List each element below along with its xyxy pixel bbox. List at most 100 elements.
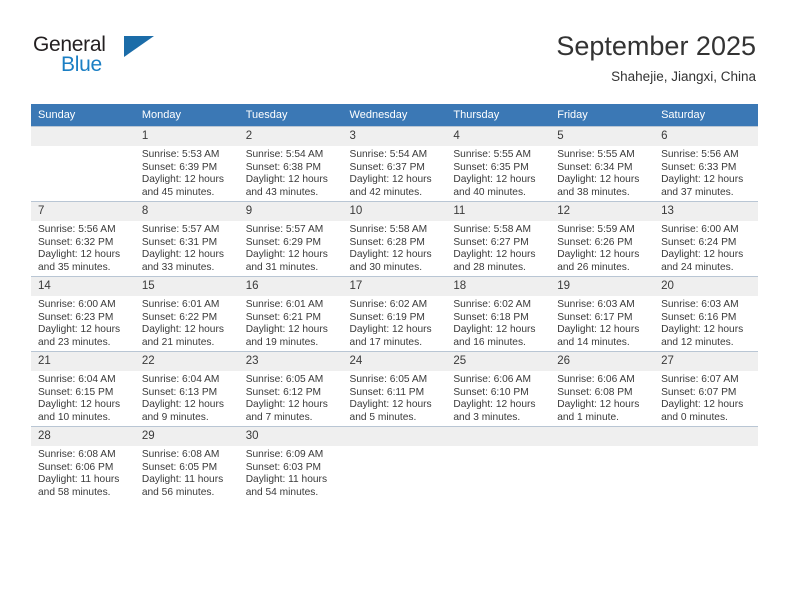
calendar-day-cell[interactable]: 13 Sunrise: 6:00 AM Sunset: 6:24 PM Dayligh… (654, 201, 758, 277)
daylight-text-line2: and 40 minutes. (453, 186, 526, 198)
calendar-day-cell[interactable]: 5 Sunrise: 5:55 AM Sunset: 6:34 PM Daylight… (550, 126, 655, 202)
calendar-day-cell[interactable]: 10 Sunrise: 5:58 AM Sunset: 6:28 PM Dayligh… (342, 201, 447, 277)
day-number: 20 (654, 277, 758, 296)
calendar-day-cell[interactable]: 14 Sunrise: 6:00 AM Sunset: 6:23 PM Dayligh… (31, 276, 135, 352)
page-title: September 2025 (556, 31, 756, 61)
day-number: 18 (446, 277, 551, 296)
day-details: Sunrise: 6:03 AM Sunset: 6:17 PM Daylight:… (550, 296, 654, 349)
day-number: 14 (31, 277, 135, 296)
calendar-day-cell[interactable]: 11 Sunrise: 5:58 AM Sunset: 6:27 PM Dayligh… (446, 201, 551, 277)
day-details: Sunrise: 6:03 AM Sunset: 6:16 PM Daylight:… (654, 296, 758, 349)
page-header: General Blue September 2025 Shahejie, Ji… (0, 0, 792, 102)
calendar-day-cell[interactable]: 25 Sunrise: 6:06 AM Sunset: 6:10 PM Dayligh… (446, 351, 551, 427)
day-details: Sunrise: 5:56 AM Sunset: 6:32 PM Daylight:… (31, 221, 135, 274)
daylight-text-line2: and 43 minutes. (245, 186, 319, 198)
sunrise-text: Sunrise: 6:04 AM (141, 374, 220, 385)
calendar-day-cell[interactable]: 4 Sunrise: 5:55 AM Sunset: 6:35 PM Daylight… (446, 126, 551, 202)
day-details (446, 446, 550, 449)
sunrise-text: Sunrise: 6:05 AM (349, 374, 428, 385)
calendar-day-cell[interactable]: 23 Sunrise: 6:05 AM Sunset: 6:12 PM Dayligh… (238, 351, 343, 427)
day-number: 28 (31, 427, 135, 446)
calendar-day-cell[interactable]: 8 Sunrise: 5:57 AM Sunset: 6:31 PM Daylight… (134, 201, 239, 277)
calendar-body: 1 Sunrise: 5:53 AM Sunset: 6:39 PM Daylight… (31, 126, 758, 501)
calendar-day-cell[interactable]: 21 Sunrise: 6:04 AM Sunset: 6:15 PM Dayligh… (31, 351, 135, 427)
daylight-text-line2: and 23 minutes. (38, 336, 111, 348)
calendar-day-cell[interactable]: 20 Sunrise: 6:03 AM Sunset: 6:16 PM Dayligh… (654, 276, 758, 352)
calendar-week-row: 1 Sunrise: 5:53 AM Sunset: 6:39 PM Daylight… (31, 126, 758, 202)
calendar-day-cell[interactable]: 6 Sunrise: 5:56 AM Sunset: 6:33 PM Daylight… (654, 126, 758, 202)
daylight-text-line1: Daylight: 12 hours (141, 249, 224, 261)
sunrise-text: Sunrise: 6:02 AM (453, 299, 531, 310)
sunrise-text: Sunrise: 5:58 AM (349, 224, 428, 235)
calendar-day-cell[interactable]: 16 Sunrise: 6:01 AM Sunset: 6:21 PM Dayligh… (238, 276, 343, 352)
daylight-text-line2: and 19 minutes. (245, 336, 319, 348)
sunset-text: Sunset: 6:10 PM (453, 386, 529, 398)
daylight-text-line2: and 26 minutes. (557, 261, 630, 273)
day-details: Sunrise: 6:06 AM Sunset: 6:08 PM Daylight:… (550, 371, 654, 424)
calendar-day-cell-empty (31, 126, 135, 202)
day-number (31, 127, 135, 146)
daylight-text-line2: and 14 minutes. (557, 336, 630, 348)
day-details (343, 446, 447, 449)
sunset-text: Sunset: 6:32 PM (38, 236, 114, 248)
calendar-day-cell[interactable]: 1 Sunrise: 5:53 AM Sunset: 6:39 PM Daylight… (134, 126, 239, 202)
day-details: Sunrise: 6:09 AM Sunset: 6:03 PM Daylight:… (239, 446, 343, 499)
calendar-day-cell[interactable]: 9 Sunrise: 5:57 AM Sunset: 6:29 PM Daylight… (238, 201, 343, 277)
day-details: Sunrise: 5:57 AM Sunset: 6:29 PM Daylight:… (239, 221, 343, 274)
daylight-text-line1: Daylight: 12 hours (349, 174, 432, 186)
weekday-header-wednesday: Wednesday (342, 104, 447, 127)
daylight-text-line1: Daylight: 12 hours (661, 399, 744, 411)
calendar-day-cell[interactable]: 29 Sunrise: 6:08 AM Sunset: 6:05 PM Dayligh… (134, 426, 239, 501)
calendar-day-cell[interactable]: 17 Sunrise: 6:02 AM Sunset: 6:19 PM Dayligh… (342, 276, 447, 352)
calendar-day-cell[interactable]: 26 Sunrise: 6:06 AM Sunset: 6:08 PM Dayligh… (550, 351, 655, 427)
calendar-day-cell[interactable]: 28 Sunrise: 6:08 AM Sunset: 6:06 PM Dayligh… (31, 426, 135, 501)
logo-text-blue: Blue (61, 53, 102, 76)
daylight-text-line1: Daylight: 12 hours (557, 399, 640, 411)
calendar-day-cell[interactable]: 18 Sunrise: 6:02 AM Sunset: 6:18 PM Dayligh… (446, 276, 551, 352)
calendar-day-cell[interactable]: 12 Sunrise: 5:59 AM Sunset: 6:26 PM Dayligh… (550, 201, 655, 277)
calendar-day-cell[interactable]: 15 Sunrise: 6:01 AM Sunset: 6:22 PM Dayligh… (134, 276, 239, 352)
sunset-text: Sunset: 6:06 PM (38, 461, 114, 473)
day-details (31, 146, 135, 149)
weekday-header-monday: Monday (134, 104, 239, 127)
daylight-text-line2: and 1 minute. (557, 411, 619, 423)
day-details: Sunrise: 5:56 AM Sunset: 6:33 PM Daylight:… (654, 146, 758, 199)
day-details: Sunrise: 6:02 AM Sunset: 6:19 PM Daylight:… (343, 296, 447, 349)
sunset-text: Sunset: 6:37 PM (349, 161, 425, 173)
daylight-text-line2: and 33 minutes. (141, 261, 215, 273)
day-details: Sunrise: 5:57 AM Sunset: 6:31 PM Daylight:… (135, 221, 239, 274)
daylight-text-line1: Daylight: 12 hours (349, 324, 432, 336)
day-number: 4 (446, 127, 551, 146)
day-details: Sunrise: 5:55 AM Sunset: 6:35 PM Daylight:… (446, 146, 550, 199)
sunrise-text: Sunrise: 5:56 AM (661, 149, 739, 160)
sunset-text: Sunset: 6:03 PM (245, 461, 322, 473)
calendar-day-cell[interactable]: 7 Sunrise: 5:56 AM Sunset: 6:32 PM Daylight… (31, 201, 135, 277)
calendar-day-cell[interactable]: 24 Sunrise: 6:05 AM Sunset: 6:11 PM Dayligh… (342, 351, 447, 427)
day-number: 6 (654, 127, 758, 146)
day-number: 9 (238, 202, 343, 221)
daylight-text-line1: Daylight: 12 hours (141, 174, 224, 186)
weekday-header-friday: Friday (550, 104, 655, 127)
sunrise-text: Sunrise: 6:03 AM (661, 299, 739, 310)
day-number: 15 (134, 277, 239, 296)
calendar-day-cell[interactable]: 30 Sunrise: 6:09 AM Sunset: 6:03 PM Dayligh… (238, 426, 343, 501)
day-number (654, 427, 758, 446)
day-number: 30 (238, 427, 343, 446)
calendar-day-cell[interactable]: 2 Sunrise: 5:54 AM Sunset: 6:38 PM Daylight… (238, 126, 343, 202)
sunset-text: Sunset: 6:12 PM (245, 386, 322, 398)
daylight-text-line1: Daylight: 12 hours (38, 249, 121, 261)
calendar-day-cell[interactable]: 27 Sunrise: 6:07 AM Sunset: 6:07 PM Dayligh… (654, 351, 758, 427)
day-details: Sunrise: 5:59 AM Sunset: 6:26 PM Daylight:… (550, 221, 654, 274)
calendar-day-cell[interactable]: 3 Sunrise: 5:54 AM Sunset: 6:37 PM Daylight… (342, 126, 447, 202)
day-number: 10 (342, 202, 447, 221)
calendar-day-cell-empty (654, 426, 758, 501)
sunrise-text: Sunrise: 6:08 AM (38, 449, 116, 460)
day-number: 19 (550, 277, 655, 296)
calendar-grid: Sunday Monday Tuesday Wednesday Thursday… (31, 104, 758, 501)
sunset-text: Sunset: 6:19 PM (349, 311, 425, 323)
day-details: Sunrise: 6:02 AM Sunset: 6:18 PM Daylight:… (446, 296, 550, 349)
daylight-text-line2: and 58 minutes. (38, 486, 111, 498)
calendar-day-cell[interactable]: 22 Sunrise: 6:04 AM Sunset: 6:13 PM Dayligh… (134, 351, 239, 427)
day-details: Sunrise: 6:07 AM Sunset: 6:07 PM Daylight:… (654, 371, 758, 424)
calendar-day-cell[interactable]: 19 Sunrise: 6:03 AM Sunset: 6:17 PM Dayligh… (550, 276, 655, 352)
